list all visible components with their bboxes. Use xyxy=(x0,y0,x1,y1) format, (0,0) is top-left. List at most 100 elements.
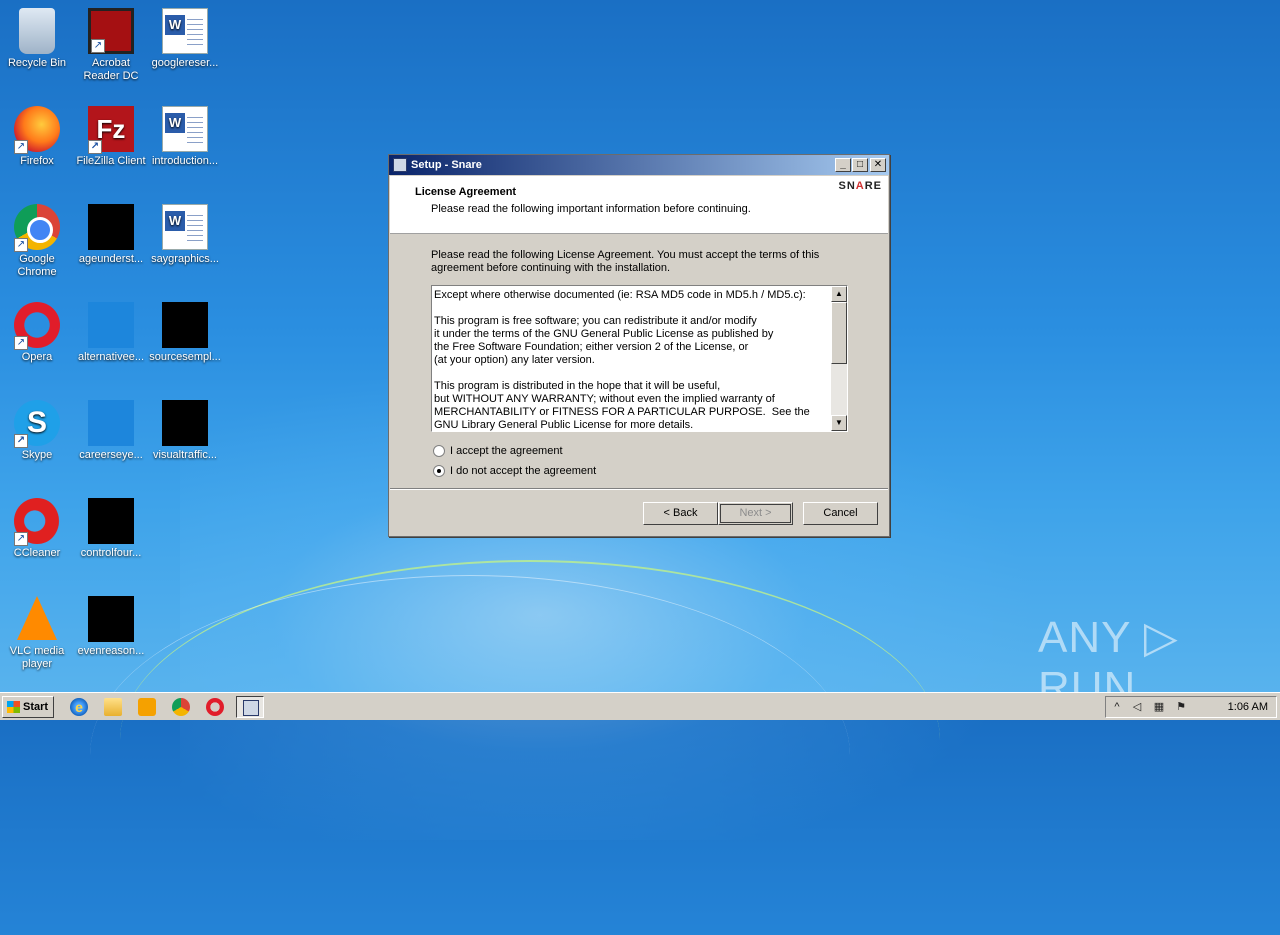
shortcut-arrow-icon: ↗ xyxy=(14,238,28,252)
scroll-up-button[interactable]: ▲ xyxy=(831,286,847,302)
desktop-icon-saygraphics[interactable]: W saygraphics... xyxy=(148,204,222,266)
chrome-taskbar-icon[interactable] xyxy=(172,698,190,716)
filezilla-icon: Fz ↗ xyxy=(88,106,134,154)
shortcut-arrow-icon: ↗ xyxy=(88,140,102,154)
desktop-icon-label: saygraphics... xyxy=(151,253,219,265)
dialog-titlebar[interactable]: Setup - Snare _ □ ✕ xyxy=(389,155,889,175)
desktop-icon-label: introduction... xyxy=(151,155,219,167)
volume-icon[interactable]: ◁ xyxy=(1130,700,1144,714)
file-explorer-icon[interactable] xyxy=(104,698,122,716)
file-thumbnail-icon xyxy=(162,400,208,446)
desktop-icon-label: Skype xyxy=(21,449,53,461)
desktop-icon-acrobat[interactable]: ↗ Acrobat Reader DC xyxy=(74,8,148,83)
dialog-title: Setup - Snare xyxy=(411,159,482,171)
network-icon[interactable]: ▦ xyxy=(1152,700,1166,714)
desktop-icon-sourcesempl[interactable]: sourcesempl... xyxy=(148,302,222,364)
action-center-flag-icon[interactable]: ⚑ xyxy=(1174,700,1188,714)
internet-explorer-icon[interactable]: e xyxy=(70,698,88,716)
radio-accept-circle[interactable] xyxy=(433,445,445,457)
vlc-cone-icon xyxy=(17,596,57,640)
snare-logo: SNARE xyxy=(838,180,882,192)
close-button[interactable]: ✕ xyxy=(870,158,886,172)
desktop-icon-google-chrome[interactable]: ↗ Google Chrome xyxy=(0,204,74,279)
windows-logo-icon xyxy=(7,701,20,713)
file-thumbnail-icon xyxy=(162,302,208,348)
desktop-icon-visualtraffic[interactable]: visualtraffic... xyxy=(148,400,222,462)
desktop-icon-label: alternativee... xyxy=(77,351,145,363)
logo-text-suffix: RE xyxy=(864,180,882,192)
skype-icon: S ↗ xyxy=(14,400,60,448)
desktop-icon-introduction[interactable]: W introduction... xyxy=(148,106,222,168)
license-text: Except where otherwise documented (ie: R… xyxy=(434,289,810,431)
wallpaper-arc xyxy=(120,560,940,920)
desktop-icon-label: visualtraffic... xyxy=(153,449,217,461)
maximize-button[interactable]: □ xyxy=(852,158,868,172)
system-tray: ^ ◁ ▦ ⚑ 1:06 AM xyxy=(1105,696,1277,718)
desktop-icon-ageunderst[interactable]: ageunderst... xyxy=(74,204,148,266)
desktop-icon-label: googlereser... xyxy=(151,57,219,69)
page-title: License Agreement xyxy=(415,186,517,198)
setup-dialog: Setup - Snare _ □ ✕ License Agreement Pl… xyxy=(388,154,890,537)
desktop-icon-label: Opera xyxy=(21,351,53,363)
logo-text-accent: A xyxy=(855,180,865,192)
acrobat-icon: ↗ xyxy=(88,8,134,54)
scroll-thumb[interactable] xyxy=(831,302,847,364)
radio-decline-circle[interactable] xyxy=(433,465,445,477)
radio-decline-label: I do not accept the agreement xyxy=(450,465,597,477)
shortcut-arrow-icon: ↗ xyxy=(14,140,28,154)
file-thumbnail-icon xyxy=(88,498,134,544)
desktop-icon-filezilla[interactable]: Fz ↗ FileZilla Client xyxy=(74,106,148,168)
desktop-icon-label: Acrobat Reader DC xyxy=(83,57,139,82)
word-document-icon: W xyxy=(162,204,208,250)
taskbar-clock[interactable]: 1:06 AM xyxy=(1228,701,1268,713)
radio-accept-agreement[interactable]: I accept the agreement xyxy=(433,445,563,457)
file-thumbnail-icon xyxy=(88,302,134,348)
ccleaner-icon: ↗ xyxy=(14,498,60,546)
desktop-icon-label: VLC media player xyxy=(9,645,65,670)
desktop-icon-alternativee[interactable]: alternativee... xyxy=(74,302,148,364)
start-label: Start xyxy=(23,701,49,713)
desktop-icon-label: evenreason... xyxy=(77,645,145,657)
cancel-button[interactable]: Cancel xyxy=(803,502,878,525)
opera-icon: ↗ xyxy=(14,302,60,350)
firefox-icon: ↗ xyxy=(14,106,60,154)
desktop-icon-ccleaner[interactable]: ↗ CCleaner xyxy=(0,498,74,560)
back-button[interactable]: < Back xyxy=(643,502,718,525)
desktop-icon-label: Firefox xyxy=(20,155,54,167)
setup-app-icon xyxy=(393,158,407,172)
scroll-down-button[interactable]: ▼ xyxy=(831,415,847,431)
desktop-icon-vlc[interactable]: VLC media player xyxy=(0,596,74,671)
license-scrollbar[interactable]: ▲ ▼ xyxy=(831,286,847,431)
tray-expand-icon[interactable]: ^ xyxy=(1110,700,1124,714)
desktop-icon-firefox[interactable]: ↗ Firefox xyxy=(0,106,74,168)
desktop-icon-careerseye[interactable]: careerseye... xyxy=(74,400,148,462)
license-intro-text: Please read the following License Agreem… xyxy=(431,249,820,274)
desktop-icon-recycle-bin[interactable]: Recycle Bin xyxy=(0,8,74,70)
start-button[interactable]: Start xyxy=(2,696,54,718)
desktop-icon-label: Google Chrome xyxy=(17,253,57,278)
word-document-icon: W xyxy=(162,106,208,152)
shortcut-arrow-icon: ↗ xyxy=(14,434,28,448)
taskbar: Start e ^ ◁ ▦ ⚑ 1:06 AM xyxy=(0,692,1280,720)
desktop-icon-opera[interactable]: ↗ Opera xyxy=(0,302,74,364)
minimize-button[interactable]: _ xyxy=(835,158,851,172)
desktop-icon-googlereser[interactable]: W googlereser... xyxy=(148,8,222,70)
logo-text-prefix: SN xyxy=(838,180,856,192)
recycle-bin-icon xyxy=(19,8,55,54)
license-textbox[interactable]: Except where otherwise documented (ie: R… xyxy=(431,285,848,432)
desktop-icon-evenreason[interactable]: evenreason... xyxy=(74,596,148,658)
wallpaper-arc-secondary xyxy=(90,575,850,935)
desktop-icon-label: CCleaner xyxy=(13,547,61,559)
next-button[interactable]: Next > xyxy=(718,502,793,525)
radio-decline-agreement[interactable]: I do not accept the agreement xyxy=(433,465,596,477)
desktop-icon-label: FileZilla Client xyxy=(76,155,146,167)
setup-taskbar-button[interactable] xyxy=(236,696,264,718)
word-document-icon: W xyxy=(162,8,208,54)
desktop-icon-label: careerseye... xyxy=(79,449,143,461)
desktop-icon-skype[interactable]: S ↗ Skype xyxy=(0,400,74,462)
opera-taskbar-icon[interactable] xyxy=(206,698,224,716)
media-player-icon[interactable] xyxy=(138,698,156,716)
desktop-icon-controlfour[interactable]: controlfour... xyxy=(74,498,148,560)
file-thumbnail-icon xyxy=(88,400,134,446)
page-subtitle: Please read the following important info… xyxy=(431,203,751,215)
